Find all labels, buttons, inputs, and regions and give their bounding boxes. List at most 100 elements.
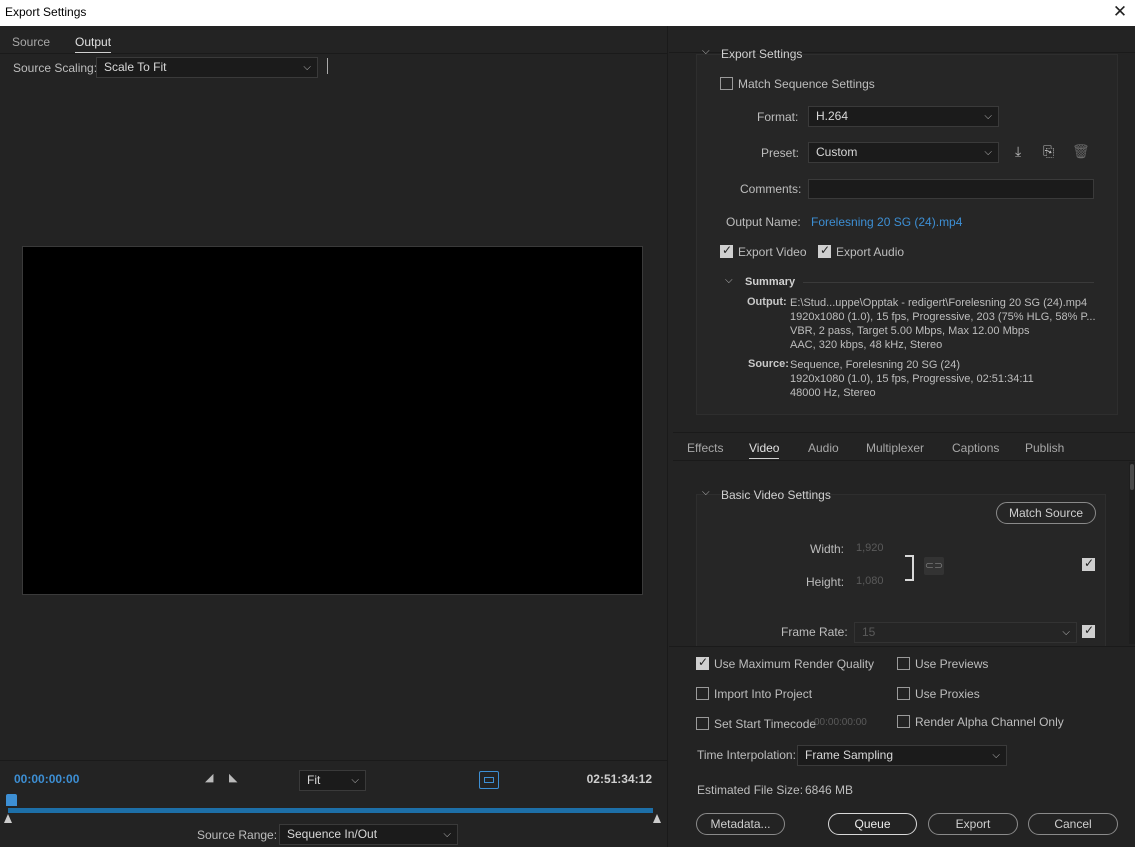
import-into-project-checkbox[interactable] (696, 687, 709, 700)
use-previews-label: Use Previews (915, 657, 989, 671)
scrollbar-thumb[interactable] (1130, 464, 1134, 490)
tab-output[interactable]: Output (75, 35, 112, 53)
cancel-button[interactable]: Cancel (1028, 813, 1118, 835)
chevron-down-icon: ⌵ (443, 829, 451, 840)
import-into-project-label: Import Into Project (714, 687, 813, 701)
tab-video[interactable]: Video (749, 441, 780, 459)
window-title: Export Settings (5, 5, 87, 19)
queue-button[interactable]: Queue (828, 813, 917, 835)
match-sequence-label: Match Sequence Settings (738, 77, 875, 91)
use-previews-checkbox[interactable] (897, 657, 910, 670)
timeline-range-bar[interactable] (8, 808, 653, 813)
chevron-down-icon: ⌵ (992, 750, 1000, 761)
set-out-point-icon[interactable]: ◣ (229, 771, 237, 784)
dimension-bracket (905, 555, 914, 581)
start-timecode-value[interactable]: 00:00:00:00 (814, 717, 867, 728)
comments-field[interactable] (808, 179, 1094, 199)
source-scaling-value: Scale To Fit (104, 60, 167, 74)
render-alpha-label: Render Alpha Channel Only (915, 715, 1064, 729)
use-proxies-checkbox[interactable] (897, 687, 910, 700)
render-alpha-checkbox[interactable] (897, 715, 910, 728)
output-name-label: Output Name: (726, 215, 801, 229)
summary-output-line: 1920x1080 (1.0), 15 fps, Progressive, 20… (790, 311, 1096, 323)
playhead[interactable] (6, 794, 17, 806)
zoom-value: Fit (307, 773, 321, 787)
frame-rate-override-checkbox[interactable] (1082, 623, 1095, 638)
summary-output-key: Output: (747, 296, 787, 308)
tabs-top-rule (673, 432, 1135, 433)
tab-multiplexer[interactable]: Multiplexer (866, 441, 924, 455)
output-name-link[interactable]: Forelesning 20 SG (24).mp4 (811, 215, 962, 229)
estimated-size-value: 6846 MB (805, 783, 854, 797)
chevron-down-icon: ⌵ (351, 775, 359, 786)
end-timecode: 02:51:34:12 (586, 772, 652, 786)
link-icon[interactable]: ⊂⊃ (924, 557, 944, 575)
chevron-down-icon[interactable]: ⌵ (702, 46, 710, 57)
format-dropdown[interactable]: H.264 ⌵ (808, 106, 999, 127)
source-range-dropdown[interactable]: Sequence In/Out ⌵ (279, 824, 458, 845)
in-point-marker[interactable] (4, 814, 12, 823)
set-in-point-icon[interactable]: ◢ (205, 771, 213, 784)
summary-source-line: 48000 Hz, Stereo (790, 387, 876, 399)
summary-output-line: AAC, 320 kbps, 48 kHz, Stereo (790, 339, 943, 351)
zoom-dropdown[interactable]: Fit ⌵ (299, 770, 366, 791)
tab-audio[interactable]: Audio (808, 441, 839, 455)
close-icon[interactable]: ✕ (1109, 1, 1131, 23)
export-video-checkbox[interactable] (720, 243, 733, 258)
width-label: Width: (810, 542, 845, 556)
video-preview (22, 246, 643, 595)
summary-output-line: VBR, 2 pass, Target 5.00 Mbps, Max 12.00… (790, 325, 1030, 337)
export-settings-header: Export Settings (721, 47, 803, 61)
summary-source-key: Source: (748, 358, 789, 370)
save-preset-icon[interactable]: ⤓ (1015, 143, 1021, 160)
tab-source[interactable]: Source (12, 35, 50, 49)
chevron-down-icon[interactable]: ⌵ (725, 275, 733, 286)
summary-header: Summary (745, 276, 796, 288)
width-value[interactable]: 1,920 (856, 542, 884, 554)
set-start-timecode-checkbox[interactable] (696, 717, 709, 730)
use-max-render-checkbox[interactable] (696, 655, 709, 670)
preset-dropdown[interactable]: Custom ⌵ (808, 142, 999, 163)
frame-rate-value: 15 (862, 625, 876, 639)
tab-captions[interactable]: Captions (952, 441, 999, 455)
text-cursor (327, 58, 328, 74)
delete-preset-icon[interactable]: 🗑 (1072, 143, 1090, 160)
import-preset-icon[interactable]: ⎘ (1043, 143, 1054, 160)
aspect-toggle-inner (484, 777, 494, 783)
match-source-button[interactable]: Match Source (996, 502, 1096, 524)
bottom-options-rule (669, 646, 1135, 647)
chevron-down-icon[interactable]: ⌵ (702, 487, 710, 498)
height-value[interactable]: 1,080 (856, 575, 884, 587)
summary-source-line: Sequence, Forelesning 20 SG (24) (790, 359, 960, 371)
source-range-label: Source Range: (197, 828, 278, 842)
tabs-bottom-rule (673, 460, 1135, 461)
preset-value: Custom (816, 145, 858, 159)
metadata-button[interactable]: Metadata... (696, 813, 785, 835)
estimated-size-label: Estimated File Size: (697, 783, 804, 797)
set-start-timecode-label: Set Start Timecode (714, 717, 817, 731)
time-interpolation-dropdown[interactable]: Frame Sampling ⌵ (797, 745, 1007, 766)
chevron-down-icon: ⌵ (1062, 627, 1070, 638)
summary-source-line: 1920x1080 (1.0), 15 fps, Progressive, 02… (790, 373, 1034, 385)
summary-rule (803, 282, 1094, 283)
export-video-label: Export Video (738, 245, 807, 259)
current-timecode[interactable]: 00:00:00:00 (14, 772, 79, 786)
source-scaling-dropdown[interactable]: Scale To Fit ⌵ (96, 57, 318, 78)
use-proxies-label: Use Proxies (915, 687, 980, 701)
tab-publish[interactable]: Publish (1025, 441, 1064, 455)
use-max-render-label: Use Maximum Render Quality (714, 657, 875, 671)
frame-rate-label: Frame Rate: (781, 625, 848, 639)
export-audio-checkbox[interactable] (818, 243, 831, 258)
video-dimensions-override-checkbox[interactable] (1082, 556, 1095, 571)
out-point-marker[interactable] (653, 814, 661, 823)
match-sequence-checkbox[interactable] (720, 77, 733, 90)
chevron-down-icon: ⌵ (984, 111, 992, 122)
aspect-toggle-icon[interactable] (479, 771, 499, 789)
export-button[interactable]: Export (928, 813, 1018, 835)
settings-scrollbar[interactable] (1129, 462, 1135, 644)
export-audio-label: Export Audio (836, 245, 905, 259)
tab-effects[interactable]: Effects (687, 441, 723, 455)
time-interpolation-label: Time Interpolation: (697, 748, 796, 762)
frame-rate-dropdown[interactable]: 15 ⌵ (854, 622, 1077, 643)
time-interpolation-value: Frame Sampling (805, 748, 894, 762)
